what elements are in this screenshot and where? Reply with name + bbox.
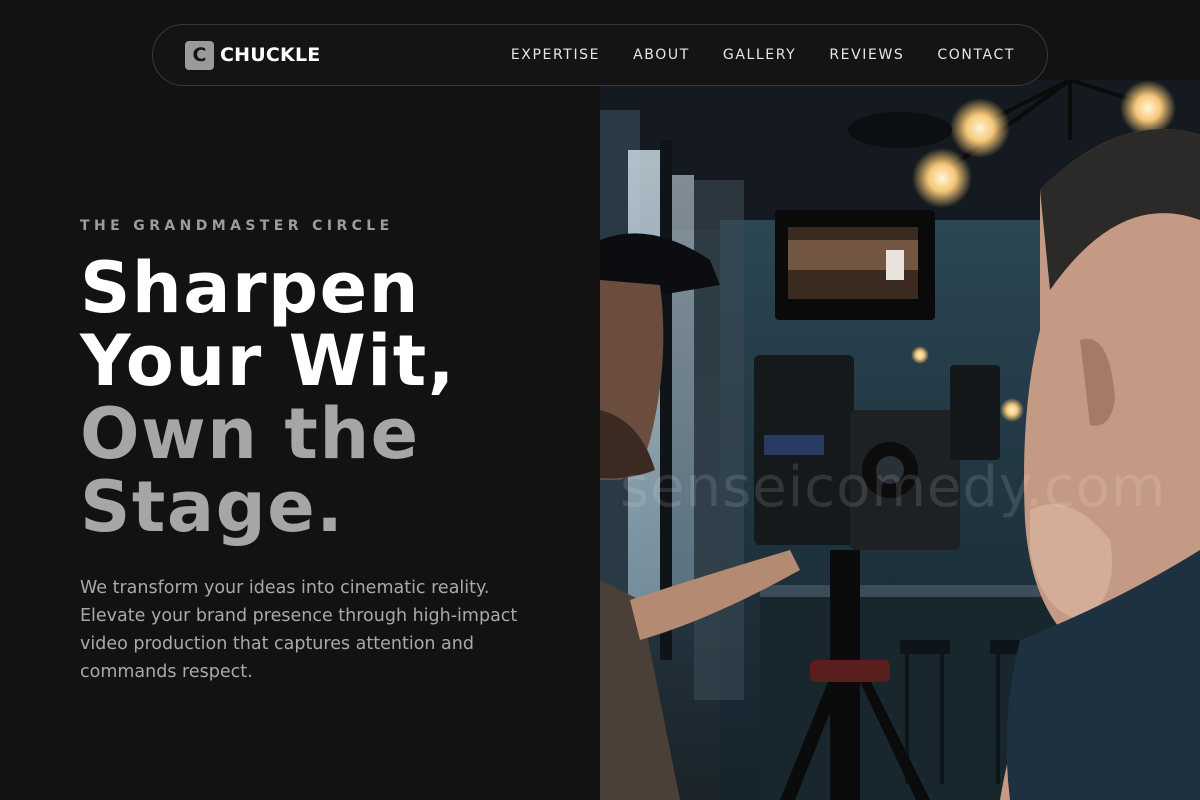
headline-line-2: Your Wit, xyxy=(80,320,456,402)
top-navigation: C CHUCKLE EXPERTISE ABOUT GALLERY REVIEW… xyxy=(152,24,1048,86)
nav-link-gallery[interactable]: GALLERY xyxy=(723,47,796,63)
nav-link-reviews[interactable]: REVIEWS xyxy=(829,47,904,63)
nav-link-expertise[interactable]: EXPERTISE xyxy=(511,47,600,63)
hero-description: We transform your ideas into cinematic r… xyxy=(80,578,518,682)
nav-links: EXPERTISE ABOUT GALLERY REVIEWS CONTACT xyxy=(511,47,1015,63)
hero-content: THE GRANDMASTER CIRCLE Sharpen Your Wit,… xyxy=(80,218,550,686)
brand-mark-icon: C xyxy=(185,40,214,70)
hero-photo-film-crew xyxy=(600,80,1200,800)
headline-line-4: Stage. xyxy=(80,466,345,548)
nav-link-about[interactable]: ABOUT xyxy=(633,47,690,63)
landing-page: C CHUCKLE EXPERTISE ABOUT GALLERY REVIEW… xyxy=(0,0,1200,800)
headline-line-3: Own the xyxy=(80,393,420,475)
headline-line-1: Sharpen xyxy=(80,247,420,329)
film-crew-illustration xyxy=(600,80,1200,800)
brand-name: CHUCKLE xyxy=(220,44,321,66)
image-watermark: senseicomedy.com xyxy=(620,455,1167,520)
hero-headline: Sharpen Your Wit, Own the Stage. xyxy=(80,252,550,544)
hero-eyebrow: THE GRANDMASTER CIRCLE xyxy=(80,218,394,234)
brand-logo[interactable]: C CHUCKLE xyxy=(185,40,321,70)
nav-link-contact[interactable]: CONTACT xyxy=(937,47,1015,63)
